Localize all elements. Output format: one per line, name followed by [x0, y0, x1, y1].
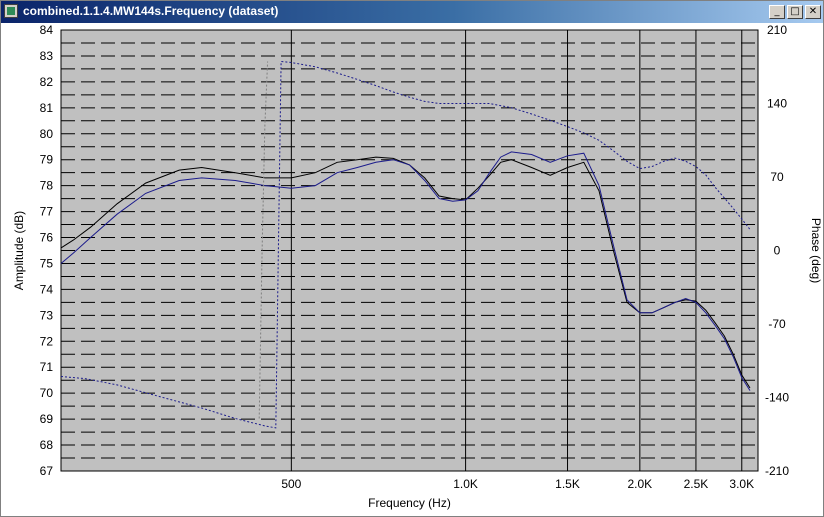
left-tick-label: 78: [40, 179, 54, 193]
left-tick-label: 67: [40, 464, 54, 478]
left-tick-label: 79: [40, 153, 54, 167]
left-axis-ticks: 84 83 82 81 80 79 78 77 76 75 74 73 72 71 70 69 68 67: [40, 23, 54, 478]
x-tick-label: 2.5K: [684, 477, 709, 491]
right-tick-label: 70: [770, 170, 784, 184]
left-tick-label: 74: [40, 282, 54, 296]
left-tick-label: 84: [40, 23, 54, 37]
close-button[interactable]: ✕: [805, 5, 821, 19]
left-tick-label: 71: [40, 360, 54, 374]
x-tick-label: 3.0K: [729, 477, 754, 491]
right-axis-label: Phase (deg): [809, 218, 823, 283]
right-tick-label: 0: [774, 244, 781, 258]
left-tick-label: 77: [40, 205, 54, 219]
x-tick-label: 2.0K: [628, 477, 653, 491]
window-title: combined.1.1.4.MW144s.Frequency (dataset…: [23, 4, 279, 18]
maximize-button[interactable]: □: [787, 5, 803, 19]
left-tick-label: 76: [40, 231, 54, 245]
left-tick-label: 69: [40, 412, 54, 426]
x-tick-label: 1.5K: [555, 477, 580, 491]
left-axis-label: Amplitude (dB): [12, 211, 26, 290]
title-bar[interactable]: combined.1.1.4.MW144s.Frequency (dataset…: [1, 1, 823, 23]
x-tick-label: 1.0K: [453, 477, 478, 491]
left-tick-label: 73: [40, 308, 54, 322]
left-tick-label: 70: [40, 386, 54, 400]
left-tick-label: 80: [40, 127, 54, 141]
right-axis-ticks: 210 140 70 0 -70 -140 -210: [765, 23, 789, 478]
left-tick-label: 75: [40, 256, 54, 270]
x-axis-ticks: 500 1.0K 1.5K 2.0K 2.5K 3.0K: [281, 477, 754, 491]
right-tick-label: -140: [765, 391, 789, 405]
right-tick-label: -70: [768, 317, 786, 331]
left-tick-label: 68: [40, 438, 54, 452]
x-tick-label: 500: [281, 477, 301, 491]
left-tick-label: 83: [40, 49, 54, 63]
left-tick-label: 72: [40, 334, 54, 348]
right-tick-label: -210: [765, 464, 789, 478]
right-tick-label: 210: [767, 23, 787, 37]
right-tick-label: 140: [767, 97, 787, 111]
minimize-button[interactable]: _: [769, 5, 785, 19]
left-tick-label: 81: [40, 101, 54, 115]
left-tick-label: 82: [40, 75, 54, 89]
frequency-response-chart[interactable]: 84 83 82 81 80 79 78 77 76 75 74 73 72 71 70 69 68 67 210…: [1, 23, 823, 516]
x-axis-label: Frequency (Hz): [368, 496, 451, 510]
app-window: combined.1.1.4.MW144s.Frequency (dataset…: [0, 0, 824, 517]
app-icon[interactable]: [4, 4, 18, 18]
